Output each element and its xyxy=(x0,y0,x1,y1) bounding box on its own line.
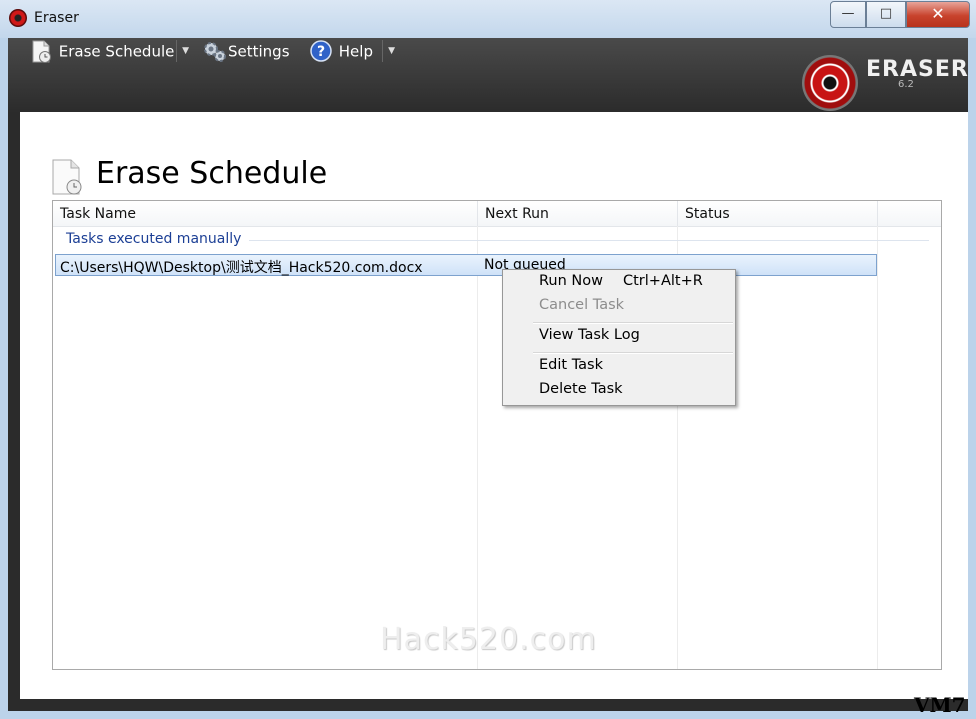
title-bar[interactable]: Eraser — □ ✕ xyxy=(0,0,976,38)
menu-separator xyxy=(533,352,733,354)
svg-text:?: ? xyxy=(317,44,325,60)
erase-schedule-label: Erase Schedule xyxy=(58,42,175,61)
run-now-label: Run Now xyxy=(539,273,603,289)
window-title: Eraser xyxy=(34,10,79,26)
erase-schedule-button[interactable]: Erase Schedule xyxy=(30,40,175,63)
watermark: Hack520.com xyxy=(380,622,597,657)
menu-item-edit-task[interactable]: Edit Task xyxy=(539,357,603,373)
list-header: Task Name Next Run Status xyxy=(53,201,941,227)
page-title: Erase Schedule xyxy=(96,156,328,191)
vm-label: VM7 xyxy=(914,693,966,717)
menu-item-delete-task[interactable]: Delete Task xyxy=(539,381,623,397)
column-header-next-run[interactable]: Next Run xyxy=(478,201,678,226)
group-divider xyxy=(249,240,929,241)
menu-item-run-now[interactable]: Run Now xyxy=(539,273,603,289)
eraser-app-icon xyxy=(9,9,27,27)
column-header-task-name[interactable]: Task Name xyxy=(53,201,478,226)
erase-schedule-dropdown[interactable]: ▼ xyxy=(176,40,189,62)
group-header: Tasks executed manually xyxy=(66,231,242,247)
task-list[interactable]: Task Name Next Run Status Tasks executed… xyxy=(52,200,942,670)
gear-icon xyxy=(204,42,226,62)
help-dropdown[interactable]: ▼ xyxy=(382,40,395,62)
schedule-page-icon xyxy=(32,40,51,63)
menu-separator xyxy=(533,322,733,324)
run-now-shortcut: Ctrl+Alt+R xyxy=(623,273,703,289)
logo-text: ERASER xyxy=(866,57,969,82)
column-header-status[interactable]: Status xyxy=(678,201,878,226)
maximize-button[interactable]: □ xyxy=(866,1,906,28)
menu-item-view-task-log[interactable]: View Task Log xyxy=(539,327,640,343)
settings-button[interactable]: Settings xyxy=(202,40,290,62)
context-menu: Run Now Ctrl+Alt+R Cancel Task View Task… xyxy=(502,269,736,406)
chevron-down-icon: ▼ xyxy=(182,46,189,56)
app-window: Eraser — □ ✕ Erase Schedule ▼ Settings ?… xyxy=(0,0,976,719)
schedule-page-icon xyxy=(52,159,82,195)
close-icon: ✕ xyxy=(931,4,945,23)
help-icon: ? xyxy=(310,40,332,62)
help-button[interactable]: ? Help xyxy=(310,40,373,62)
chevron-down-icon: ▼ xyxy=(388,46,395,56)
close-button[interactable]: ✕ xyxy=(906,1,970,28)
column-divider xyxy=(477,226,478,669)
task-name-cell: C:\Users\HQW\Desktop\测试文档_Hack520.com.do… xyxy=(60,260,423,276)
help-label: Help xyxy=(338,42,373,61)
minimize-button[interactable]: — xyxy=(830,1,866,28)
menu-item-cancel-task[interactable]: Cancel Task xyxy=(539,297,624,313)
eraser-logo-icon xyxy=(802,55,858,111)
logo-version: 6.2 xyxy=(898,79,914,90)
maximize-icon: □ xyxy=(879,6,893,21)
settings-label: Settings xyxy=(228,42,290,61)
column-divider xyxy=(877,226,878,669)
minimize-icon: — xyxy=(841,6,855,21)
